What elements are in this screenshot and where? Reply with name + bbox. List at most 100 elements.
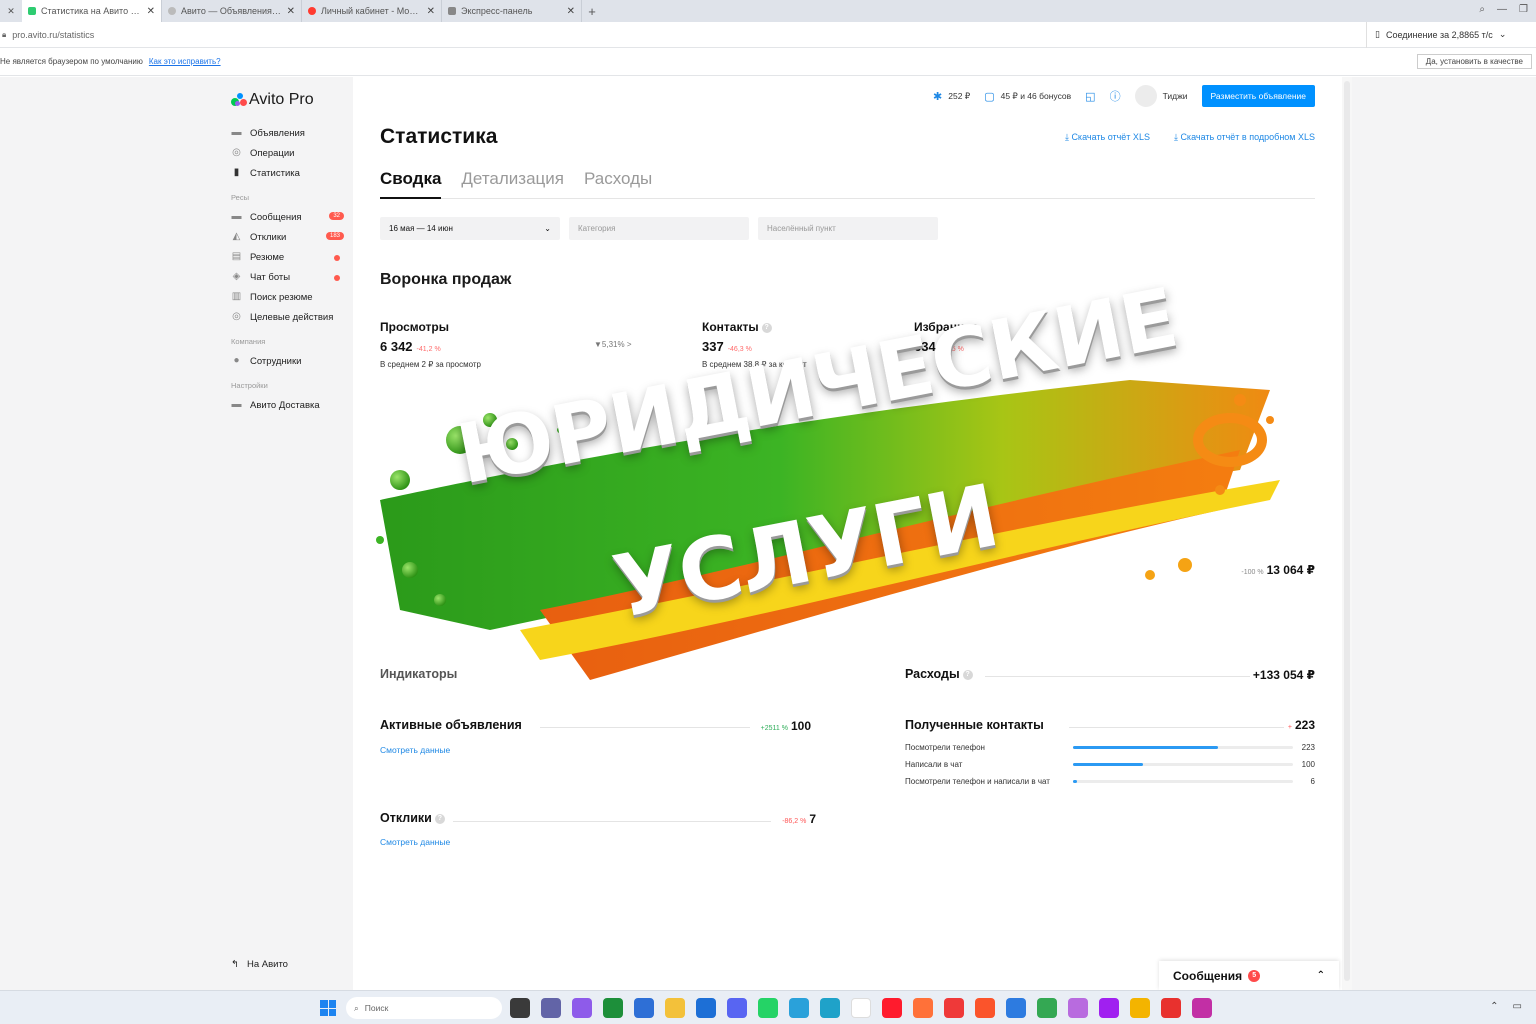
app-icon[interactable] bbox=[1068, 998, 1088, 1018]
telegram-icon[interactable] bbox=[789, 998, 809, 1018]
tab-summary[interactable]: Сводка bbox=[380, 169, 442, 199]
edge-icon[interactable] bbox=[820, 998, 840, 1018]
compare-icon[interactable]: ◱ bbox=[1085, 90, 1095, 103]
sidebar-item-operations[interactable]: ◎ Операции bbox=[231, 143, 346, 163]
notification-dot bbox=[334, 255, 340, 261]
window-controls: ⌕ — ❐ bbox=[1479, 4, 1528, 15]
browser-tab-active[interactable]: Статистика на Авито Pro ✕ bbox=[22, 0, 162, 22]
browser-tab[interactable]: Авито — Объявления на ✕ bbox=[162, 0, 302, 22]
view-data-link[interactable]: Смотреть данные bbox=[380, 837, 450, 847]
task-view-icon[interactable] bbox=[510, 998, 530, 1018]
browser-tab[interactable]: Экспресс-панель ✕ bbox=[442, 0, 582, 22]
calendar-icon[interactable] bbox=[1006, 998, 1026, 1018]
active-ads-value-row: +2511 % 100 bbox=[733, 719, 811, 733]
sidebar-item-target-actions[interactable]: ◎ Целевые действия bbox=[231, 307, 346, 327]
opera-icon[interactable] bbox=[882, 998, 902, 1018]
chevron-up-icon[interactable]: ⌃ bbox=[1490, 1001, 1498, 1012]
sidebar-item-resume-search[interactable]: ▥ Поиск резюме bbox=[231, 287, 346, 307]
question-icon[interactable]: ? bbox=[962, 669, 973, 680]
sidebar-item-resume[interactable]: ▤ Резюме bbox=[231, 247, 346, 267]
tab-close-icon[interactable]: ✕ bbox=[567, 6, 575, 17]
bonuses[interactable]: ▢ 45 ₽ и 46 бонусов bbox=[984, 90, 1071, 103]
region-field[interactable]: Населённый пункт bbox=[758, 217, 938, 240]
download-detailed-xls-link[interactable]: ⤓ Скачать отчёт в подробном XLS bbox=[1174, 132, 1315, 143]
sidebar-item-label: Отклики bbox=[250, 231, 287, 243]
expenses-text: Расходы bbox=[905, 667, 960, 681]
taskbar-search[interactable]: ⌕ Поиск bbox=[346, 997, 502, 1019]
sidebar-item-chatbots[interactable]: ◈ Чат боты bbox=[231, 267, 346, 287]
minimize-icon[interactable]: — bbox=[1497, 4, 1507, 15]
app-icon[interactable] bbox=[572, 998, 592, 1018]
vivaldi-icon[interactable] bbox=[944, 998, 964, 1018]
tab-close-icon[interactable]: ✕ bbox=[427, 6, 435, 17]
tab-title: Экспресс-панель bbox=[461, 6, 533, 16]
sidebar-item-delivery[interactable]: ▬ Авито Доставка bbox=[231, 395, 346, 415]
conversion-rate[interactable]: ▼5,31% > bbox=[594, 340, 632, 349]
avito-pro-logo[interactable]: Avito Pro bbox=[231, 91, 314, 109]
whatsapp-icon[interactable] bbox=[758, 998, 778, 1018]
new-tab-button[interactable]: + bbox=[582, 4, 602, 19]
chat-app-icon[interactable] bbox=[541, 998, 561, 1018]
question-icon[interactable]: ? bbox=[761, 322, 772, 333]
view-data-link[interactable]: Смотреть данные bbox=[380, 745, 450, 755]
tab-close-icon[interactable]: ✕ bbox=[287, 6, 295, 17]
metric-value-row: 6 342 -41,2 % bbox=[380, 339, 481, 354]
tab-expenses[interactable]: Расходы bbox=[584, 169, 652, 198]
yandex-icon[interactable] bbox=[851, 998, 871, 1018]
breakdown-row: Посмотрели телефон 223 bbox=[905, 742, 1315, 753]
sidebar-item-employees[interactable]: ● Сотрудники bbox=[231, 351, 346, 371]
tor-icon[interactable] bbox=[1192, 998, 1212, 1018]
download-xls-link[interactable]: ⤓ Скачать отчёт XLS bbox=[1065, 132, 1150, 143]
sidebar-item-listings[interactable]: ▬ Объявления bbox=[231, 123, 346, 143]
post-ad-button[interactable]: Разместить объявление bbox=[1201, 85, 1315, 107]
help-icon[interactable]: ⓘ bbox=[1110, 88, 1121, 104]
user-name: Тиджи bbox=[1162, 91, 1188, 101]
sidebar-item-statistics[interactable]: ▮ Статистика bbox=[231, 163, 346, 183]
chrome-canary-icon[interactable] bbox=[1130, 998, 1150, 1018]
restore-icon[interactable]: ❐ bbox=[1519, 4, 1528, 15]
scrollbar-thumb[interactable] bbox=[1344, 81, 1350, 981]
set-default-button[interactable]: Да, установить в качестве bbox=[1416, 54, 1532, 69]
store-icon[interactable] bbox=[634, 998, 654, 1018]
vivaldi-icon[interactable] bbox=[1161, 998, 1181, 1018]
tab-favicon-icon bbox=[28, 7, 36, 15]
messages-widget[interactable]: Сообщения 5 ⌃ bbox=[1159, 961, 1339, 990]
balance[interactable]: ✱ 252 ₽ bbox=[933, 90, 970, 103]
sidebar-item-responses[interactable]: ◭ Отклики 183 bbox=[231, 227, 346, 247]
tab-details[interactable]: Детализация bbox=[461, 169, 564, 198]
close-window-icon[interactable]: ✕ bbox=[0, 0, 22, 22]
url-field[interactable]: pro.avito.ru/statistics bbox=[12, 30, 1366, 40]
tab-favicon-icon bbox=[448, 7, 456, 15]
firefox-icon[interactable] bbox=[913, 998, 933, 1018]
back-to-avito-link[interactable]: ↰ На Авито bbox=[231, 959, 288, 970]
sidebar-nav: ▬ Объявления ◎ Операции ▮ Статистика Рес… bbox=[231, 123, 346, 415]
breakdown-label: Написали в чат bbox=[905, 760, 963, 769]
date-range-select[interactable]: 16 мая — 14 июн ⌄ bbox=[380, 217, 560, 240]
responses-value-row: -86,2 % 7 bbox=[753, 812, 816, 826]
mail-icon[interactable] bbox=[696, 998, 716, 1018]
default-browser-infobar: Не является браузером по умолчанию Как э… bbox=[0, 48, 1536, 76]
discord-icon[interactable] bbox=[727, 998, 747, 1018]
infobar-link[interactable]: Как это исправить? bbox=[149, 57, 221, 66]
connection-indicator[interactable]: ▯ Соединение за 2,8865 т/с ⌄ bbox=[1366, 21, 1536, 48]
page-scrollbar[interactable] bbox=[1342, 77, 1352, 990]
user-menu[interactable]: Тиджи bbox=[1134, 85, 1188, 107]
browser-tab[interactable]: Личный кабинет - Мои п ✕ bbox=[302, 0, 442, 22]
network-icon[interactable]: ▭ bbox=[1513, 1001, 1522, 1012]
sidebar-item-messages[interactable]: ▬ Сообщения 32 bbox=[231, 207, 346, 227]
question-icon[interactable]: ? bbox=[434, 813, 445, 824]
brave-icon[interactable] bbox=[975, 998, 995, 1018]
category-field[interactable]: Категория bbox=[569, 217, 749, 240]
sidebar-group-label: Компания bbox=[231, 336, 266, 346]
start-button-icon[interactable] bbox=[320, 1000, 336, 1016]
tab-title: Личный кабинет - Мои п bbox=[321, 6, 422, 16]
chrome-icon[interactable] bbox=[1037, 998, 1057, 1018]
chevron-up-icon[interactable]: ⌃ bbox=[1317, 970, 1325, 981]
tab-close-icon[interactable]: ✕ bbox=[147, 6, 155, 17]
excel-icon[interactable] bbox=[603, 998, 623, 1018]
download-xls-label: Скачать отчёт XLS bbox=[1071, 132, 1150, 142]
app-icon[interactable] bbox=[1099, 998, 1119, 1018]
search-icon[interactable]: ⌕ bbox=[1479, 4, 1485, 15]
contacts-value: 223 bbox=[1294, 718, 1315, 732]
folder-icon[interactable] bbox=[665, 998, 685, 1018]
